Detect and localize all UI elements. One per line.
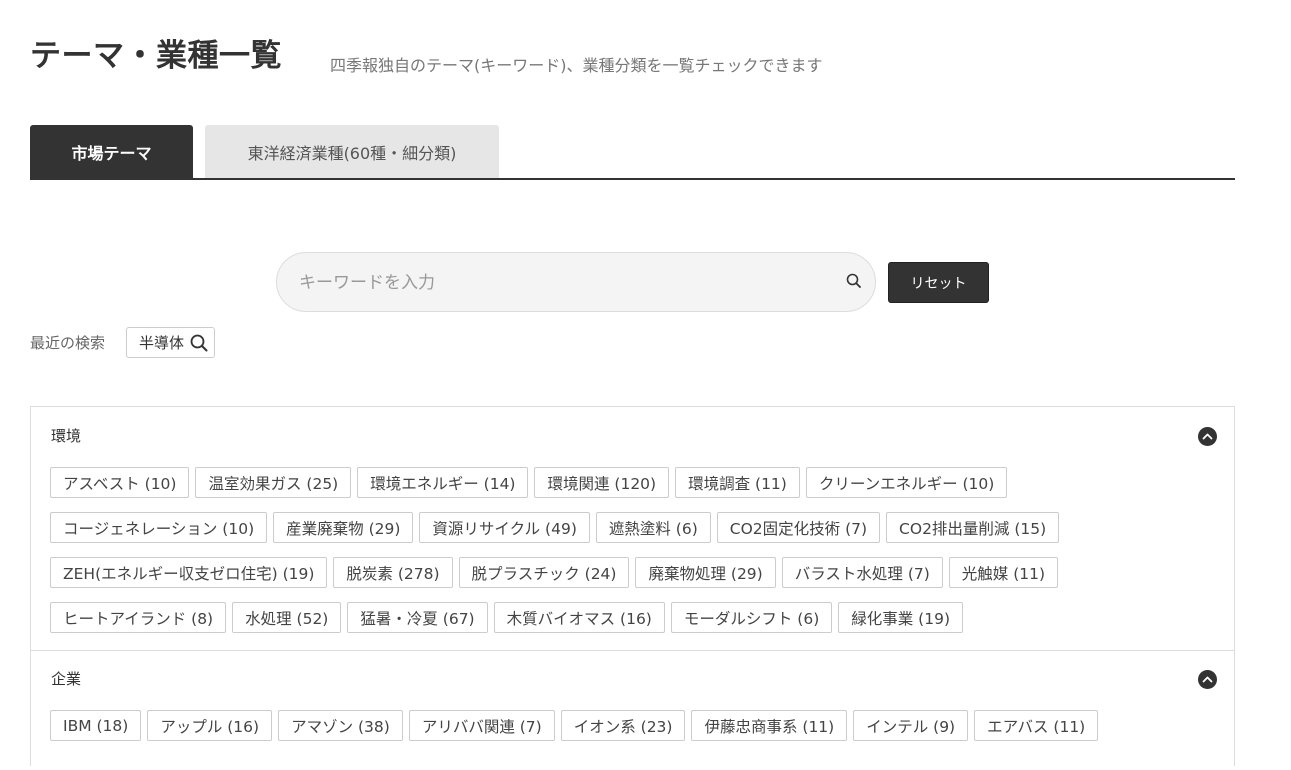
recent-search-chip-label: 半導体 [139,334,185,352]
theme-tag[interactable]: ヒートアイランド (8) [50,602,227,633]
theme-tag[interactable]: バラスト水処理 (7) [781,557,943,588]
recent-search-label: 最近の検索 [30,334,106,352]
tag-list: アスベスト (10) 温室効果ガス (25) 環境エネルギー (14) 環境関連… [50,467,1210,647]
theme-tag[interactable]: 脱炭素 (278) [333,557,453,588]
search-box [276,252,876,313]
theme-tag[interactable]: 廃棄物処理 (29) [635,557,776,588]
recent-search-chip[interactable]: 半導体 [126,327,216,358]
search-icon[interactable] [845,272,863,290]
theme-tag[interactable]: 水処理 (52) [232,602,342,633]
tab-bar: 市場テーマ 東洋経済業種(60種・細分類) [30,125,1235,180]
theme-tag[interactable]: モーダルシフト (6) [670,602,833,633]
theme-tag[interactable]: コージェネレーション (10) [50,512,268,543]
page-title: テーマ・業種一覧 [30,38,282,74]
tag-row: コージェネレーション (10) 産業廃棄物 (29) 資源リサイクル (49) … [50,512,1210,543]
theme-tag[interactable]: 温室効果ガス (25) [195,467,352,498]
search-input[interactable] [297,253,821,313]
theme-tag[interactable]: インテル (9) [853,710,969,741]
tab-market-theme[interactable]: 市場テーマ [30,125,193,178]
collapse-toggle-icon[interactable] [1198,670,1217,689]
tab-toyo-industry[interactable]: 東洋経済業種(60種・細分類) [205,125,499,178]
theme-tag[interactable]: 遮熱塗料 (6) [595,512,711,543]
theme-tag[interactable]: 緑化事業 (19) [838,602,963,633]
theme-tag[interactable]: 環境調査 (11) [675,467,800,498]
page-header: テーマ・業種一覧 四季報独自のテーマ(キーワード)、業種分類を一覧チェックできま… [30,36,823,76]
collapse-toggle-icon[interactable] [1198,427,1217,446]
tag-row: IBM (18) アップル (16) アマゾン (38) アリババ関連 (7) … [50,710,1210,741]
tag-row: ヒートアイランド (8) 水処理 (52) 猛暑・冷夏 (67) 木質バイオマス… [50,602,1210,633]
theme-tag[interactable]: アップル (16) [147,710,273,741]
theme-tag[interactable]: アリババ関連 (7) [408,710,555,741]
theme-tag[interactable]: 伊藤忠商事系 (11) [691,710,848,741]
theme-tag[interactable]: アスベスト (10) [50,467,190,498]
section-title: 環境 [51,427,82,445]
theme-tag[interactable]: 資源リサイクル (49) [419,512,590,543]
theme-tag[interactable]: 環境関連 (120) [534,467,670,498]
theme-tag[interactable]: クリーンエネルギー (10) [805,467,1008,498]
theme-tag[interactable]: イオン系 (23) [560,710,686,741]
theme-tag[interactable]: 産業廃棄物 (29) [273,512,414,543]
theme-tag[interactable]: CO2固定化技術 (7) [716,512,881,543]
page-subtitle: 四季報独自のテーマ(キーワード)、業種分類を一覧チェックできます [330,56,823,75]
tag-row: アスベスト (10) 温室効果ガス (25) 環境エネルギー (14) 環境関連… [50,467,1210,498]
theme-tag[interactable]: 環境エネルギー (14) [357,467,529,498]
theme-tag[interactable]: アマゾン (38) [278,710,403,741]
theme-tag[interactable]: 脱プラスチック (24) [458,557,630,588]
search-icon [190,334,208,352]
theme-tag[interactable]: 猛暑・冷夏 (67) [347,602,488,633]
theme-tag[interactable]: ZEH(エネルギー収支ゼロ住宅) (19) [50,557,328,588]
theme-tag[interactable]: エアバス (11) [974,710,1099,741]
theme-tag[interactable]: CO2排出量削減 (15) [886,512,1060,543]
section-title: 企業 [51,670,82,688]
reset-button[interactable]: リセット [888,262,989,303]
category-section-company: 企業 IBM (18) アップル (16) アマゾン (38) アリババ関連 (… [31,650,1234,770]
category-section-environment: 環境 アスベスト (10) 温室効果ガス (25) 環境エネルギー (14) 環… [31,407,1234,651]
theme-tag[interactable]: 木質バイオマス (16) [493,602,665,633]
tag-list: IBM (18) アップル (16) アマゾン (38) アリババ関連 (7) … [50,710,1210,755]
theme-panel: 環境 アスベスト (10) 温室効果ガス (25) 環境エネルギー (14) 環… [30,406,1235,766]
tag-row: ZEH(エネルギー収支ゼロ住宅) (19) 脱炭素 (278) 脱プラスチック … [50,557,1210,588]
theme-tag[interactable]: 光触媒 (11) [948,557,1059,588]
theme-tag[interactable]: IBM (18) [50,710,142,741]
